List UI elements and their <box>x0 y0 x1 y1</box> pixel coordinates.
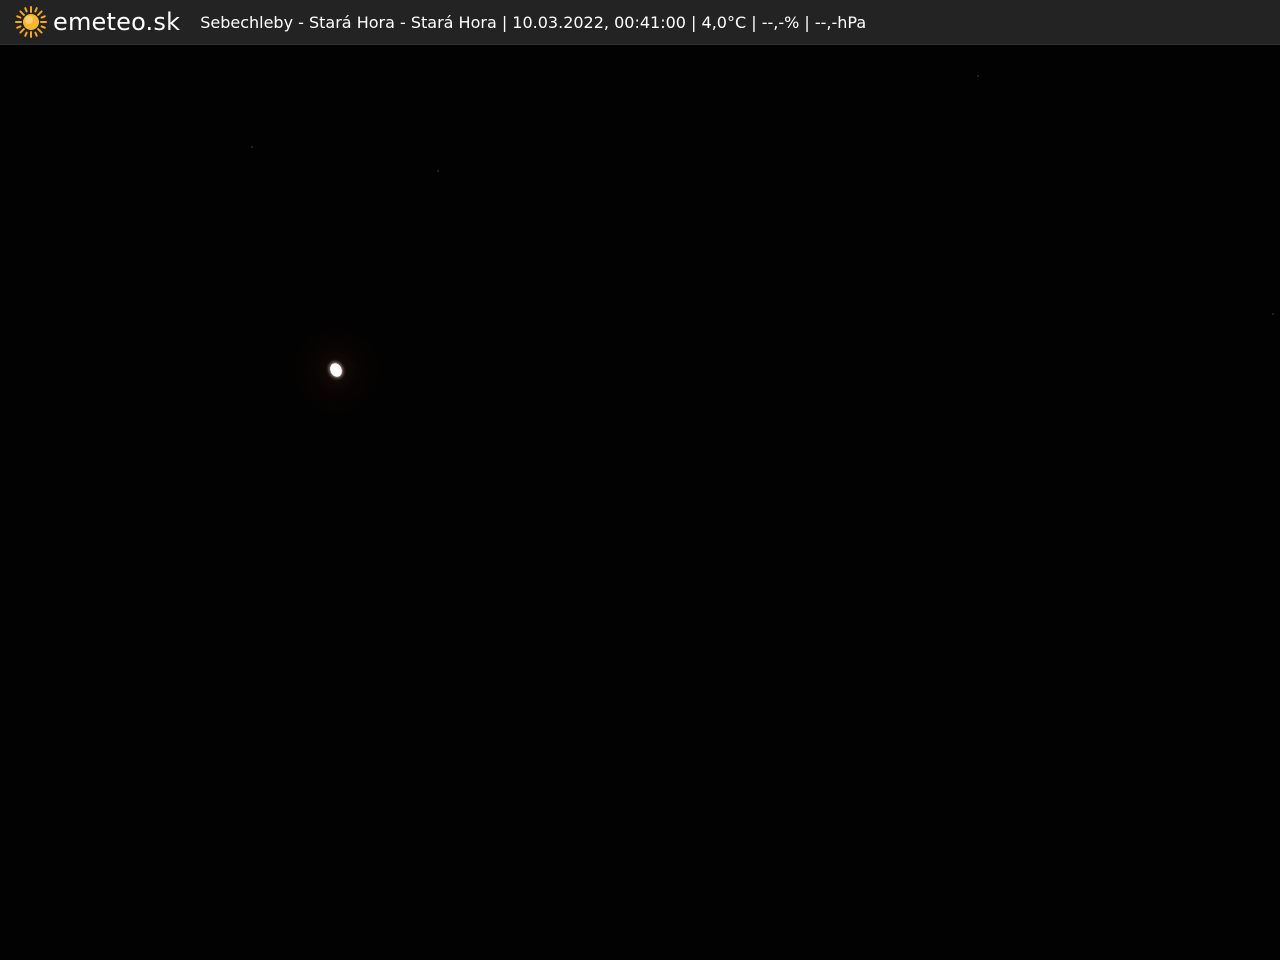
logo-text: emeteo.sk <box>53 7 181 36</box>
webcam-image <box>0 45 1280 960</box>
star <box>977 75 979 77</box>
station-info: Sebechleby - Stará Hora - Stará Hora | 1… <box>200 12 867 32</box>
header-bar: emeteo.sk Sebechleby - Stará Hora - Star… <box>0 0 1280 45</box>
star <box>1272 313 1274 315</box>
star <box>437 170 439 172</box>
sun-icon <box>15 6 47 38</box>
webcam-page: emeteo.sk Sebechleby - Stará Hora - Star… <box>0 0 1280 960</box>
star <box>251 146 253 148</box>
logo[interactable]: emeteo.sk <box>14 0 180 45</box>
